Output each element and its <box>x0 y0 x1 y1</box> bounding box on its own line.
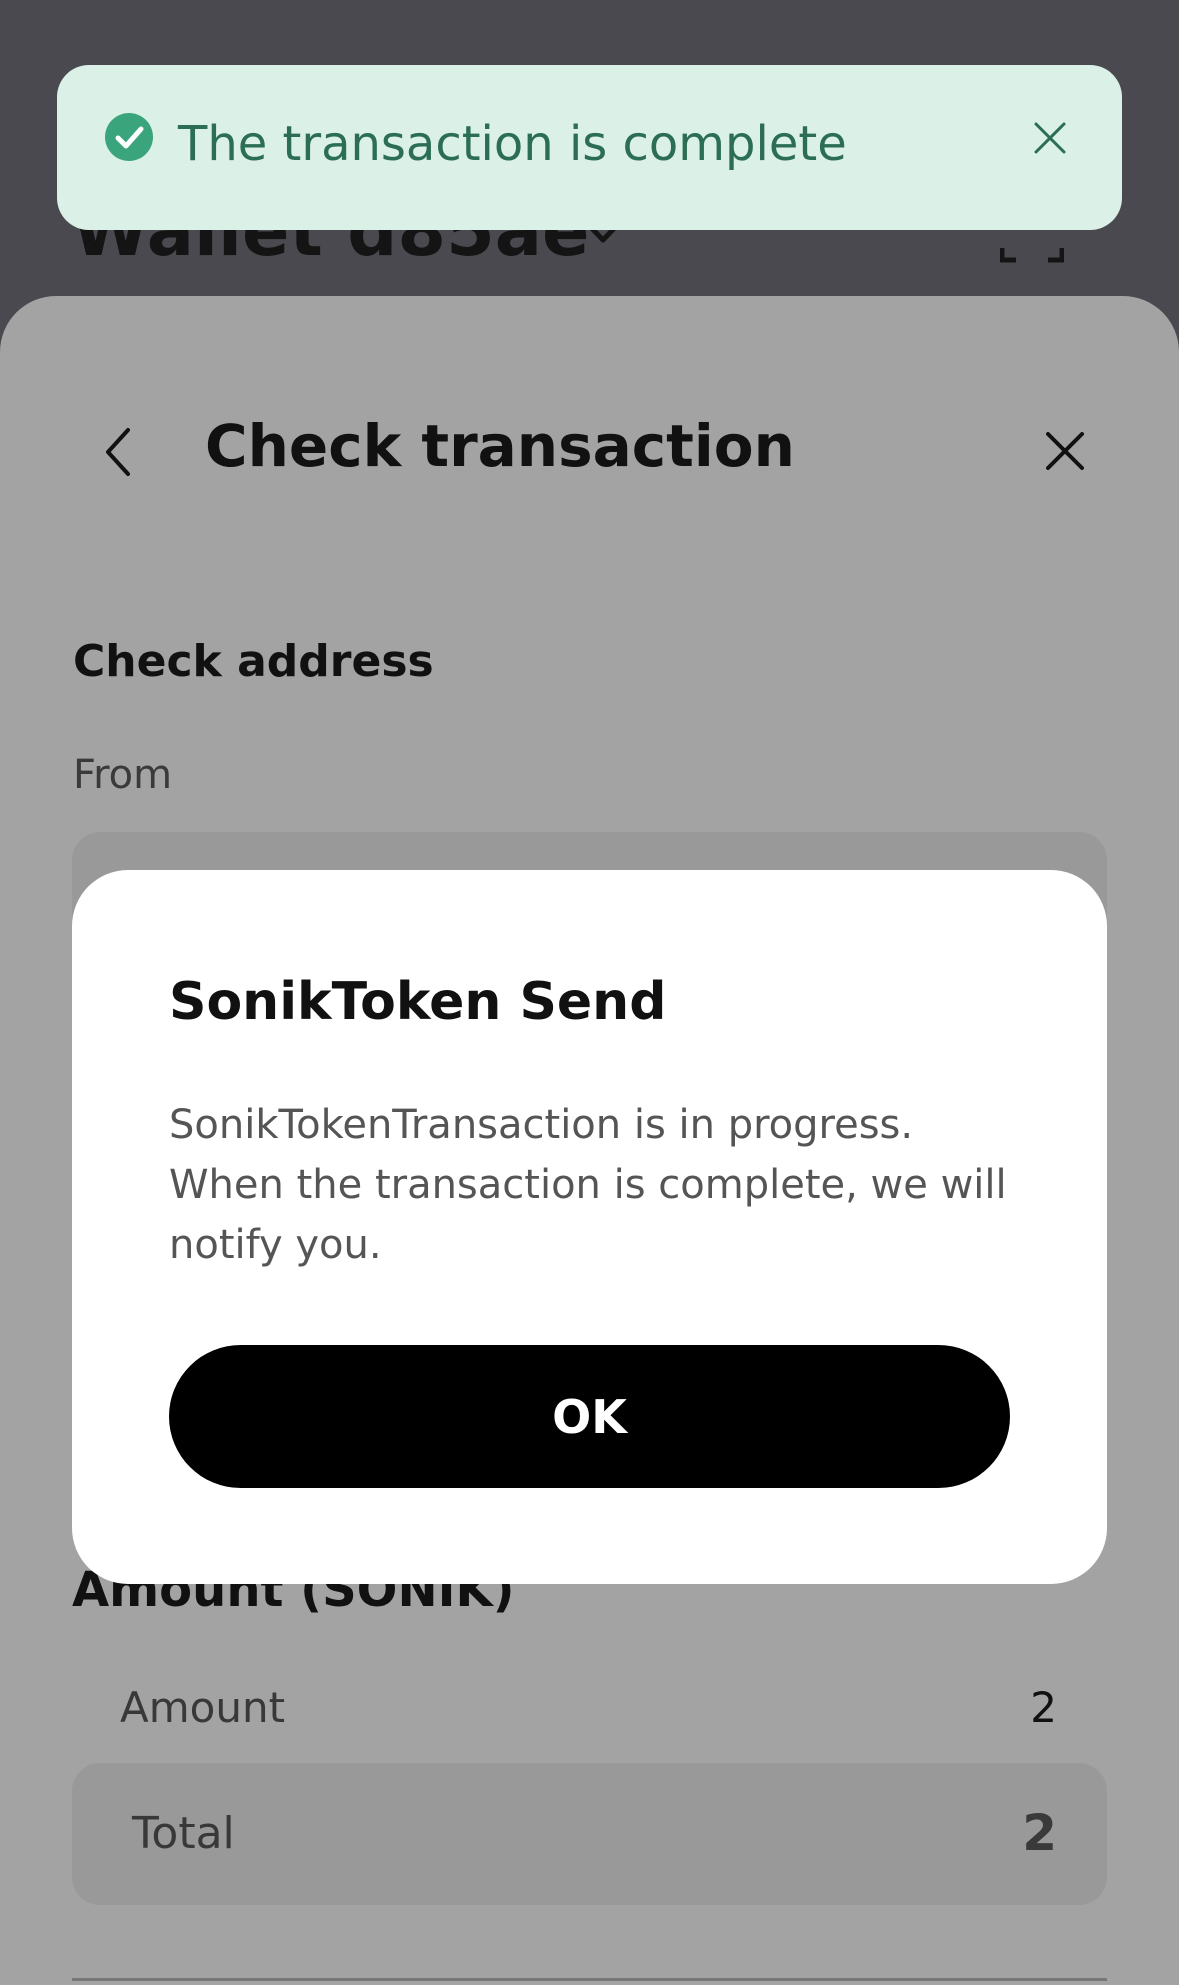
check-address-heading: Check address <box>73 636 434 687</box>
dialog-message: SonikTokenTransaction is in progress. Wh… <box>169 1102 1007 1268</box>
close-icon[interactable] <box>1030 118 1070 158</box>
chevron-left-icon[interactable] <box>96 424 142 480</box>
from-label: From <box>73 752 173 798</box>
check-circle-icon <box>105 113 153 161</box>
screen: Wallet d85ae Check transaction Check add… <box>0 0 1179 1985</box>
close-icon[interactable] <box>1040 426 1090 476</box>
total-value: 2 <box>1022 1804 1057 1862</box>
ok-button[interactable]: OK <box>169 1345 1010 1488</box>
sheet-title: Check transaction <box>205 412 795 480</box>
amount-value: 2 <box>1030 1683 1057 1732</box>
amount-label: Amount <box>120 1683 286 1732</box>
dialog-title: SonikToken Send <box>169 972 667 1032</box>
divider <box>72 1978 1107 1981</box>
toast-message: The transaction is complete <box>178 116 847 172</box>
total-label: Total <box>132 1808 235 1859</box>
